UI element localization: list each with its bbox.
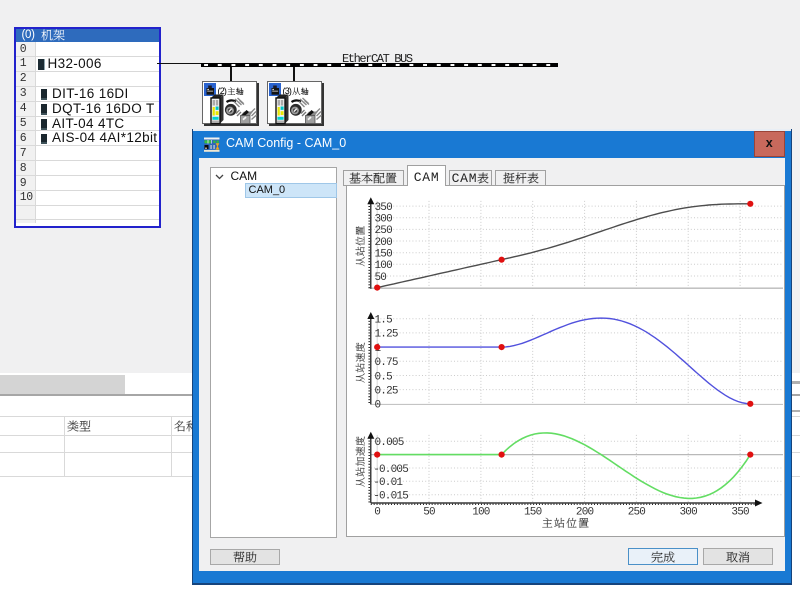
svg-text:0.5: 0.5	[374, 372, 392, 384]
svg-text:250: 250	[374, 226, 392, 238]
svg-text:-0.005: -0.005	[373, 464, 408, 476]
svg-text:-0.01: -0.01	[373, 477, 403, 489]
svg-text:50: 50	[374, 272, 386, 284]
svg-text:100: 100	[374, 260, 392, 272]
svg-text:150: 150	[374, 249, 392, 261]
svg-text:200: 200	[575, 507, 593, 519]
svg-text:150: 150	[523, 507, 541, 519]
svg-text:0.25: 0.25	[374, 386, 397, 398]
svg-text:50: 50	[423, 507, 435, 519]
svg-text:250: 250	[627, 507, 645, 519]
svg-text:0: 0	[374, 507, 380, 519]
svg-text:100: 100	[472, 507, 490, 519]
svg-text:0.75: 0.75	[374, 357, 397, 369]
svg-text:200: 200	[374, 237, 392, 249]
svg-text:300: 300	[679, 507, 697, 519]
svg-text:350: 350	[731, 507, 749, 519]
svg-text:1.5: 1.5	[374, 315, 392, 327]
svg-text:1.25: 1.25	[374, 329, 397, 341]
svg-text:-0.015: -0.015	[373, 491, 408, 503]
svg-text:0.005: 0.005	[374, 437, 403, 449]
svg-text:350: 350	[374, 202, 392, 214]
svg-text:0: 0	[374, 400, 380, 412]
svg-text:300: 300	[374, 214, 392, 226]
